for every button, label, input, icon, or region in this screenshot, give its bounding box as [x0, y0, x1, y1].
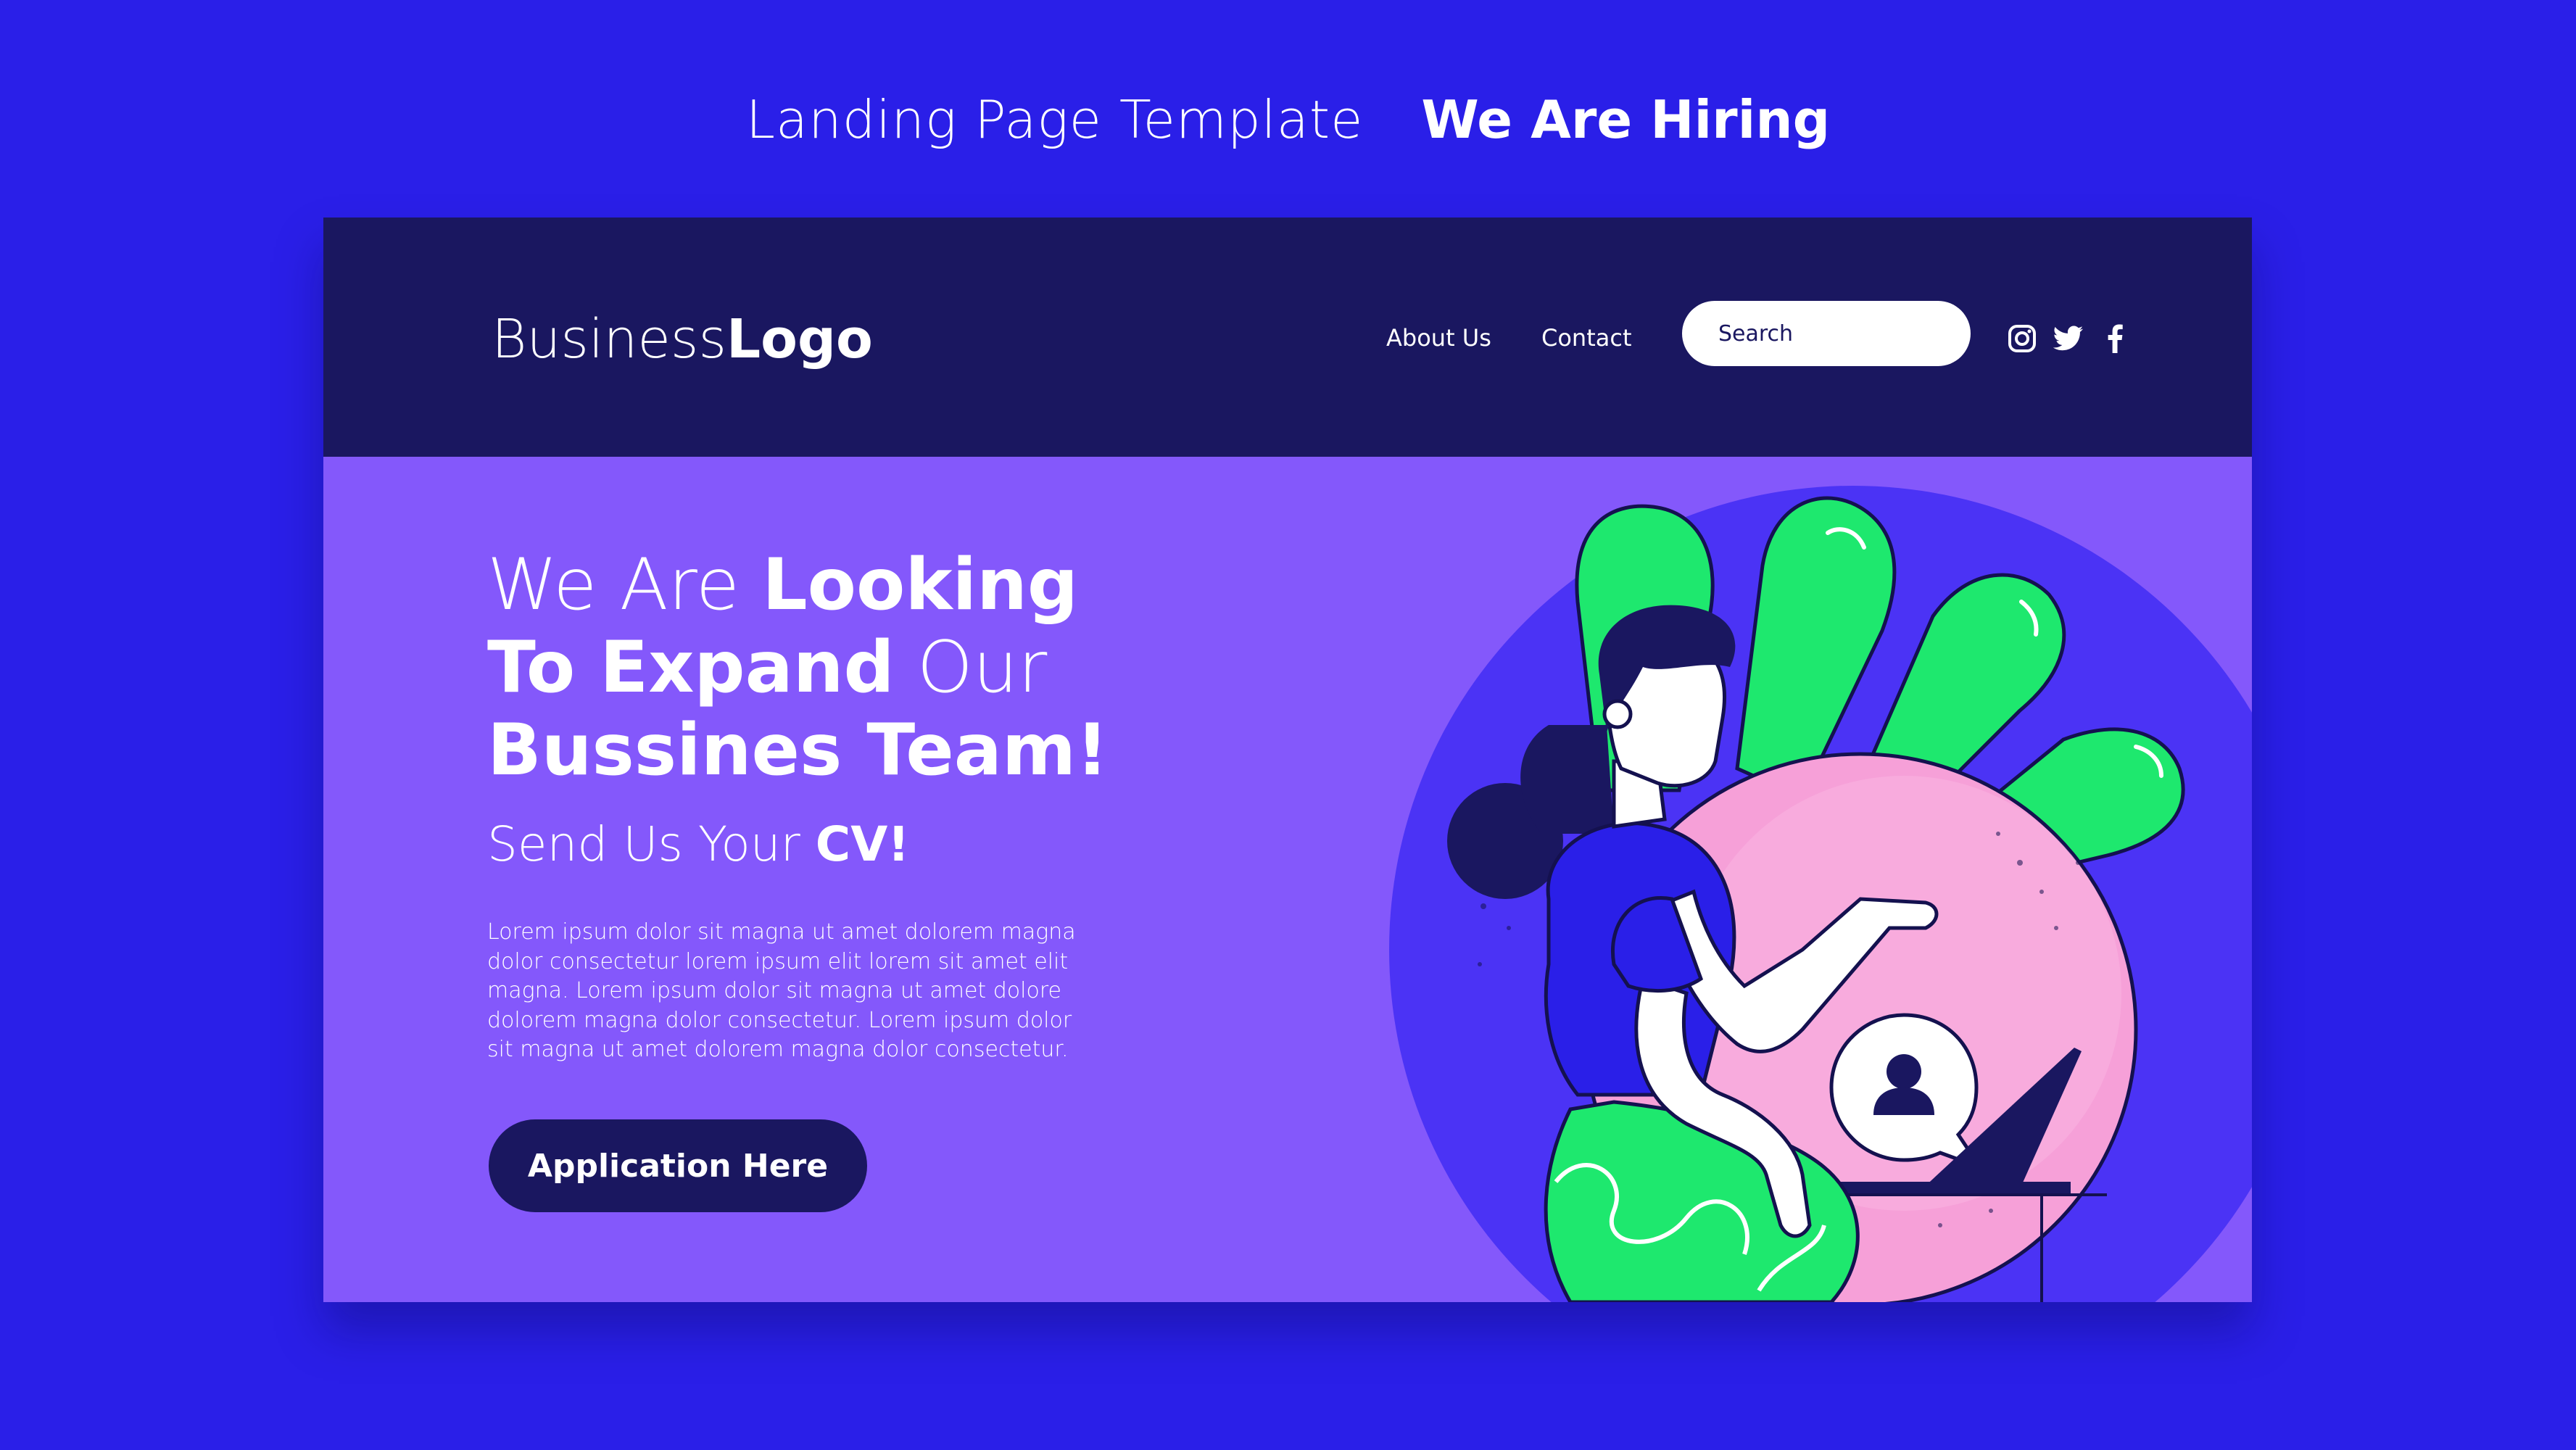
instagram-icon[interactable] — [2004, 320, 2040, 357]
page-header: Landing Page Template We Are Hiring — [0, 80, 2576, 160]
nav-link-contact[interactable]: Contact — [1541, 316, 1632, 360]
hero-subheadline: Send Us Your CV! — [487, 812, 909, 877]
headline-part-4: Our — [894, 626, 1048, 709]
headline-part-1: We Are — [487, 544, 763, 626]
twitter-icon[interactable] — [2050, 320, 2087, 357]
search-input[interactable] — [1682, 301, 1971, 366]
hiring-illustration — [1389, 486, 2252, 1302]
headline-part-2: Looking — [762, 544, 1079, 626]
page-header-title: Landing Page Template — [745, 89, 1364, 150]
nav-link-about-us[interactable]: About Us — [1386, 316, 1491, 360]
application-button[interactable]: Application Here — [489, 1119, 867, 1212]
logo-text-bold: Logo — [726, 308, 873, 370]
landing-page-card: BusinessLogo About Us Contact We Are Loo… — [323, 218, 2252, 1302]
hero-section: We Are Looking To Expand Our Bussines Te… — [323, 457, 2252, 1302]
hero-body-text: Lorem ipsum dolor sit magna ut amet dolo… — [487, 919, 1076, 1062]
hero-headline: We Are Looking To Expand Our Bussines Te… — [487, 544, 1212, 792]
headline-part-5: Bussines Team! — [487, 709, 1109, 792]
subheadline-part-1: Send Us Your — [487, 816, 816, 872]
headline-part-3: To Expand — [487, 626, 895, 709]
facebook-icon[interactable] — [2097, 320, 2133, 357]
page-header-subtitle: We Are Hiring — [1421, 89, 1831, 150]
subheadline-part-2: CV! — [815, 816, 910, 872]
logo-text-light: Business — [492, 308, 727, 370]
navbar: BusinessLogo About Us Contact — [323, 218, 2252, 457]
business-logo[interactable]: BusinessLogo — [492, 303, 873, 376]
